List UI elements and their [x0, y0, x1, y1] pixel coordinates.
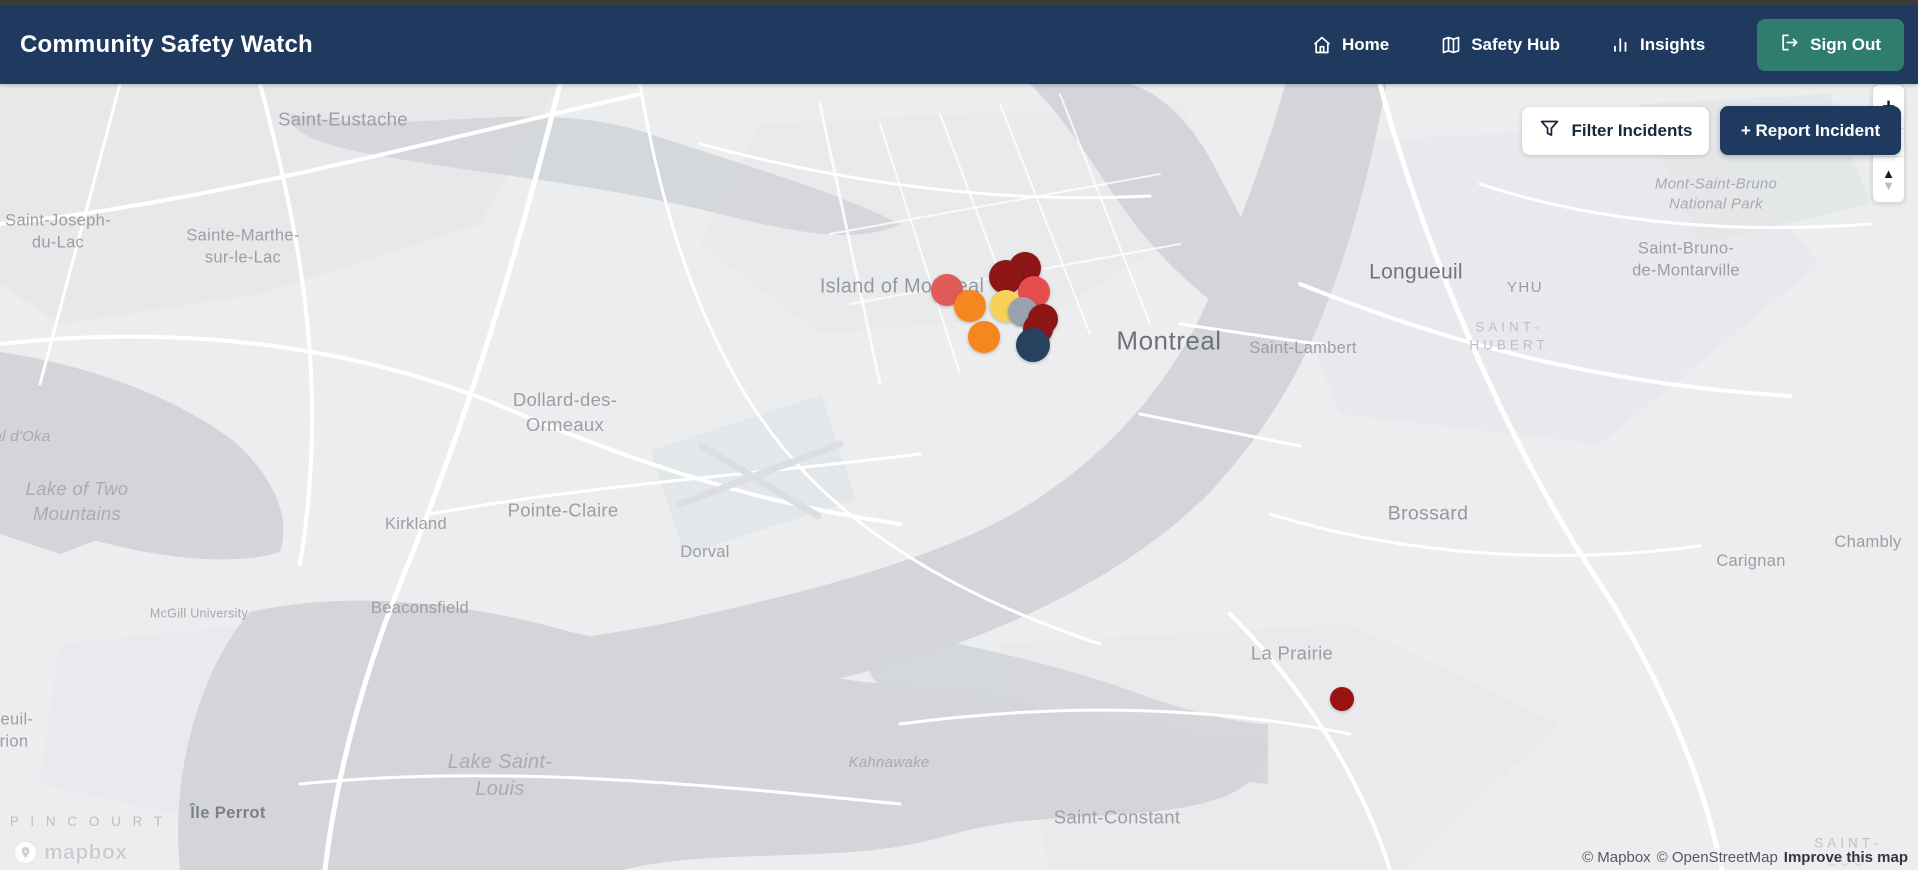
incident-marker[interactable]: [1016, 328, 1050, 362]
app-title: Community Safety Watch: [20, 31, 313, 58]
nav-item-insights[interactable]: Insights: [1612, 35, 1705, 55]
sign-out-button[interactable]: Sign Out: [1757, 19, 1904, 71]
attribution-osm-link[interactable]: © OpenStreetMap: [1657, 849, 1778, 866]
funnel-icon: [1539, 118, 1560, 144]
incident-marker[interactable]: [1330, 687, 1354, 711]
bar-chart-icon: [1612, 36, 1630, 54]
report-incident-button[interactable]: + Report Incident: [1720, 106, 1901, 155]
map-tiles: [0, 84, 1872, 870]
nav-item-safety-hub[interactable]: Safety Hub: [1441, 35, 1560, 55]
filter-incidents-label: Filter Incidents: [1571, 121, 1693, 140]
sign-out-label: Sign Out: [1810, 35, 1881, 54]
attribution-mapbox-link[interactable]: © Mapbox: [1582, 849, 1651, 866]
mapbox-wordmark: mapbox: [44, 840, 128, 864]
nav-item-label: Home: [1341, 35, 1390, 54]
map-canvas[interactable]: Saint-Eustache Saint-Joseph- du-Lac Sainte…: [0, 84, 1918, 870]
improve-this-map-link[interactable]: Improve this map: [1784, 849, 1908, 866]
map-attribution: © Mapbox © OpenStreetMap Improve this ma…: [1578, 848, 1912, 867]
home-icon: [1312, 35, 1332, 55]
sign-out-icon: [1780, 33, 1799, 57]
mapbox-pin-icon: [12, 839, 39, 866]
mapbox-logo[interactable]: mapbox: [12, 839, 128, 866]
nav-item-label: Safety Hub: [1471, 35, 1560, 54]
incident-marker[interactable]: [968, 321, 1000, 353]
incident-marker[interactable]: [954, 290, 986, 322]
window-top-strip: [0, 0, 1918, 6]
main-nav: Home Safety Hub Insights Sign Out: [1312, 19, 1904, 71]
pitch-stepper[interactable]: ▲ ▼: [1873, 156, 1904, 202]
map-icon: [1441, 35, 1461, 55]
nav-item-home[interactable]: Home: [1312, 35, 1389, 55]
step-down-icon[interactable]: ▼: [1882, 179, 1895, 192]
filter-incidents-button[interactable]: Filter Incidents: [1522, 107, 1709, 155]
app-header: Community Safety Watch Home Safety Hub I…: [0, 6, 1918, 84]
nav-item-label: Insights: [1640, 35, 1706, 54]
